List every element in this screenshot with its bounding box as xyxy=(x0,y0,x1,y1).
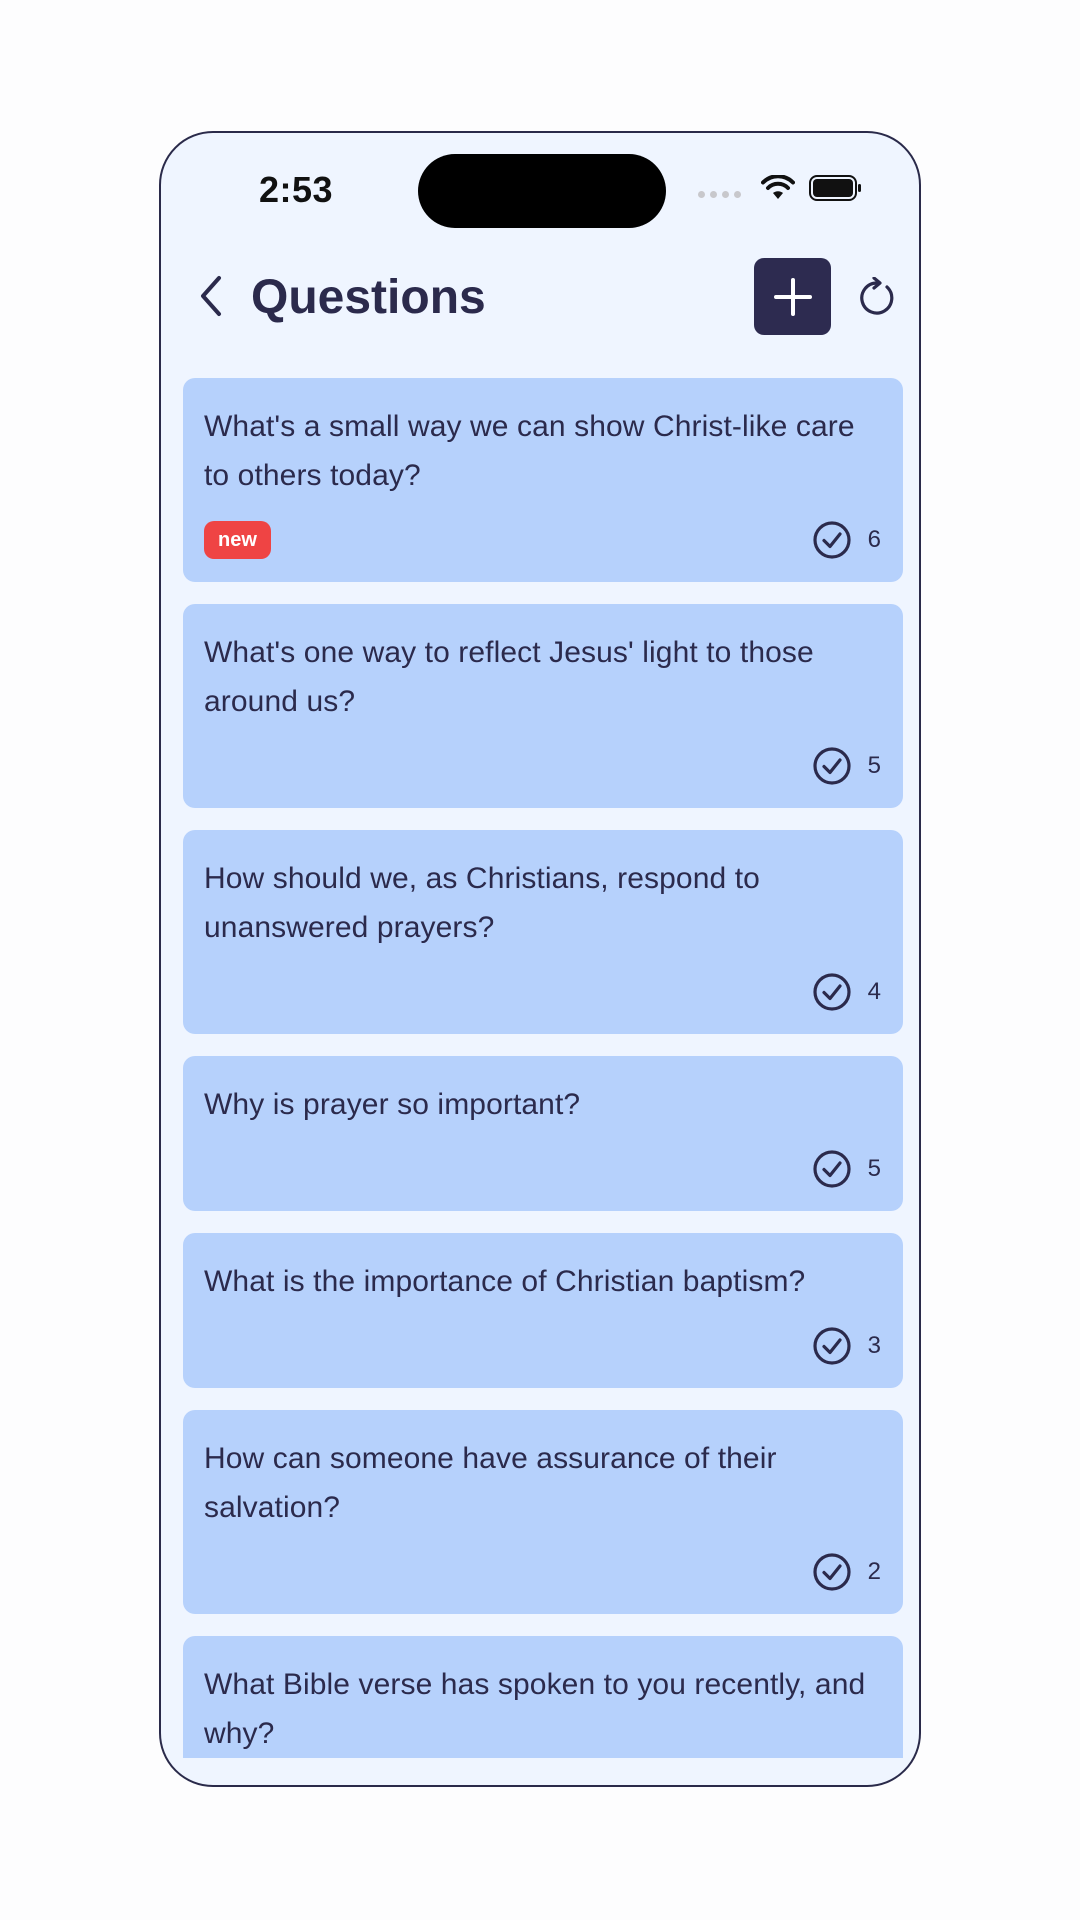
question-text: What is the importance of Christian bapt… xyxy=(204,1265,806,1298)
question-card[interactable]: What's a small way we can show Christ-li… xyxy=(183,378,903,582)
question-card[interactable]: How should we, as Christians, respond to… xyxy=(183,830,903,1034)
question-text: How can someone have assurance of their … xyxy=(204,1442,777,1524)
card-footer: 3 xyxy=(204,1324,881,1368)
check-circle-icon xyxy=(813,1327,851,1365)
question-card[interactable]: How can someone have assurance of their … xyxy=(183,1410,903,1614)
refresh-icon xyxy=(860,277,894,315)
card-footer: 2 xyxy=(204,1550,881,1594)
phone-frame: 2:53 Questions What's a small way we can… xyxy=(159,131,921,1787)
answer-count: 5 xyxy=(812,1149,881,1189)
status-time: 2:53 xyxy=(259,169,334,210)
header: Questions xyxy=(161,258,919,338)
question-card[interactable]: What's one way to reflect Jesus' light t… xyxy=(183,604,903,808)
question-card[interactable]: What Bible verse has spoken to you recen… xyxy=(183,1636,903,1758)
check-circle-icon xyxy=(813,521,851,559)
battery-icon xyxy=(809,175,861,201)
chevron-left-icon xyxy=(201,276,221,316)
question-text: What Bible verse has spoken to you recen… xyxy=(204,1668,866,1750)
answer-count-value: 3 xyxy=(867,1332,881,1359)
card-footer: 4 xyxy=(204,970,881,1014)
answer-count: 4 xyxy=(812,972,881,1012)
wifi-icon xyxy=(761,175,795,199)
plus-icon xyxy=(773,277,812,316)
card-footer: new 6 xyxy=(204,518,881,562)
answer-count: 5 xyxy=(812,746,881,786)
questions-list[interactable]: What's a small way we can show Christ-li… xyxy=(183,378,903,1758)
status-icons xyxy=(698,175,863,201)
answer-count: 3 xyxy=(812,1326,881,1366)
card-footer: 5 xyxy=(204,1147,881,1191)
new-badge: new xyxy=(204,521,271,559)
answer-count-value: 2 xyxy=(867,1558,881,1585)
back-button[interactable] xyxy=(187,272,235,320)
answer-count-value: 4 xyxy=(867,978,881,1005)
answer-count-value: 6 xyxy=(867,526,881,553)
page-title: Questions xyxy=(251,271,486,324)
answer-count-value: 5 xyxy=(867,1155,881,1182)
add-question-button[interactable] xyxy=(754,258,831,335)
question-text: Why is prayer so important? xyxy=(204,1088,581,1121)
answer-count-value: 5 xyxy=(867,752,881,779)
status-bar: 2:53 xyxy=(161,133,919,253)
check-circle-icon xyxy=(813,1553,851,1591)
dynamic-island xyxy=(418,154,666,228)
question-card[interactable]: Why is prayer so important? 5 xyxy=(183,1056,903,1211)
question-text: How should we, as Christians, respond to… xyxy=(204,862,760,944)
check-circle-icon xyxy=(813,747,851,785)
signal-icon xyxy=(698,190,741,198)
answer-count: 2 xyxy=(812,1552,881,1592)
question-text: What's a small way we can show Christ-li… xyxy=(204,410,855,492)
question-text: What's one way to reflect Jesus' light t… xyxy=(204,636,814,718)
refresh-button[interactable] xyxy=(855,276,899,320)
question-card[interactable]: What is the importance of Christian bapt… xyxy=(183,1233,903,1388)
check-circle-icon xyxy=(813,1150,851,1188)
check-circle-icon xyxy=(813,973,851,1011)
answer-count: 6 xyxy=(812,520,881,560)
card-footer: 5 xyxy=(204,744,881,788)
